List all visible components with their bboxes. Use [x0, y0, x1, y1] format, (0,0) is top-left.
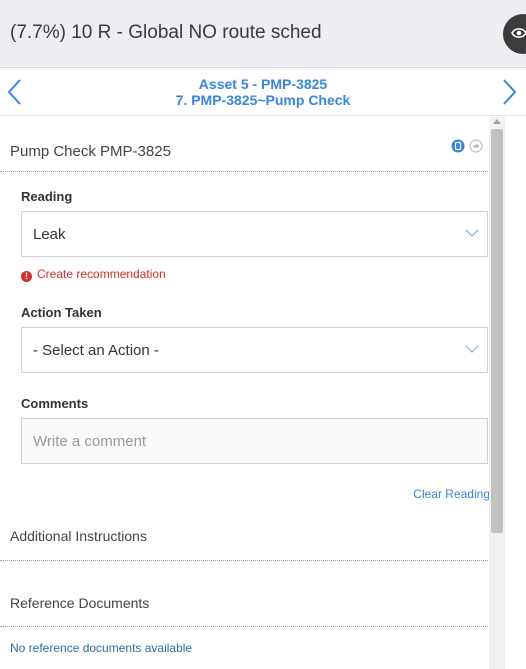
nav-asset-label: Asset 5 - PMP-3825: [198, 76, 328, 92]
reading-value: Leak: [33, 226, 66, 243]
action-select[interactable]: - Select an Action -: [21, 327, 488, 373]
eye-icon: [511, 28, 526, 38]
checkpoint-navigation: Asset 5 - PMP-3825 7. PMP-3825~Pump Chec…: [0, 68, 526, 116]
error-text: Create recommendation: [37, 267, 166, 281]
comments-label: Comments: [21, 396, 89, 411]
additional-instructions[interactable]: Additional Instructions: [10, 528, 147, 544]
checkpoint-title: Pump Check PMP-3825: [10, 143, 171, 160]
no-reference-documents: No reference documents available: [10, 641, 193, 655]
divider: [0, 171, 488, 172]
divider: [0, 560, 488, 561]
clear-reading-link[interactable]: Clear Reading: [400, 487, 490, 501]
comment-input[interactable]: Write a comment: [21, 418, 488, 464]
scroll-up-icon[interactable]: [493, 119, 501, 124]
divider: [0, 626, 488, 627]
device-icon[interactable]: [451, 139, 465, 158]
chevron-down-icon: [465, 345, 479, 353]
action-label: Action Taken: [21, 305, 102, 320]
comment-placeholder: Write a comment: [33, 433, 147, 450]
route-header: (7.7%) 10 R - Global NO route sched: [0, 0, 526, 68]
reference-documents-title[interactable]: Reference Documents: [10, 595, 149, 611]
nav-step-label: 7. PMP-3825~Pump Check: [175, 92, 351, 108]
cloud-icon[interactable]: [469, 139, 483, 158]
nav-heading: Asset 5 - PMP-3825 7. PMP-3825~Pump Chec…: [0, 76, 526, 108]
action-value: - Select an Action -: [33, 342, 159, 359]
checkpoint-content: Pump Check PMP-3825 Reading Leak ! Create…: [0, 117, 490, 669]
scrollbar[interactable]: [489, 117, 505, 669]
reading-select[interactable]: Leak: [21, 211, 488, 257]
recommendation-error[interactable]: ! Create recommendation: [21, 267, 166, 282]
scrollbar-thumb[interactable]: [491, 129, 503, 533]
alert-icon: !: [21, 271, 32, 282]
route-title: (7.7%) 10 R - Global NO route sched: [10, 22, 322, 43]
status-icons: [451, 139, 483, 158]
toggle-view-button[interactable]: [503, 14, 526, 54]
chevron-down-icon: [465, 229, 479, 237]
chevron-right-icon[interactable]: [494, 74, 522, 110]
reading-label: Reading: [21, 189, 73, 204]
